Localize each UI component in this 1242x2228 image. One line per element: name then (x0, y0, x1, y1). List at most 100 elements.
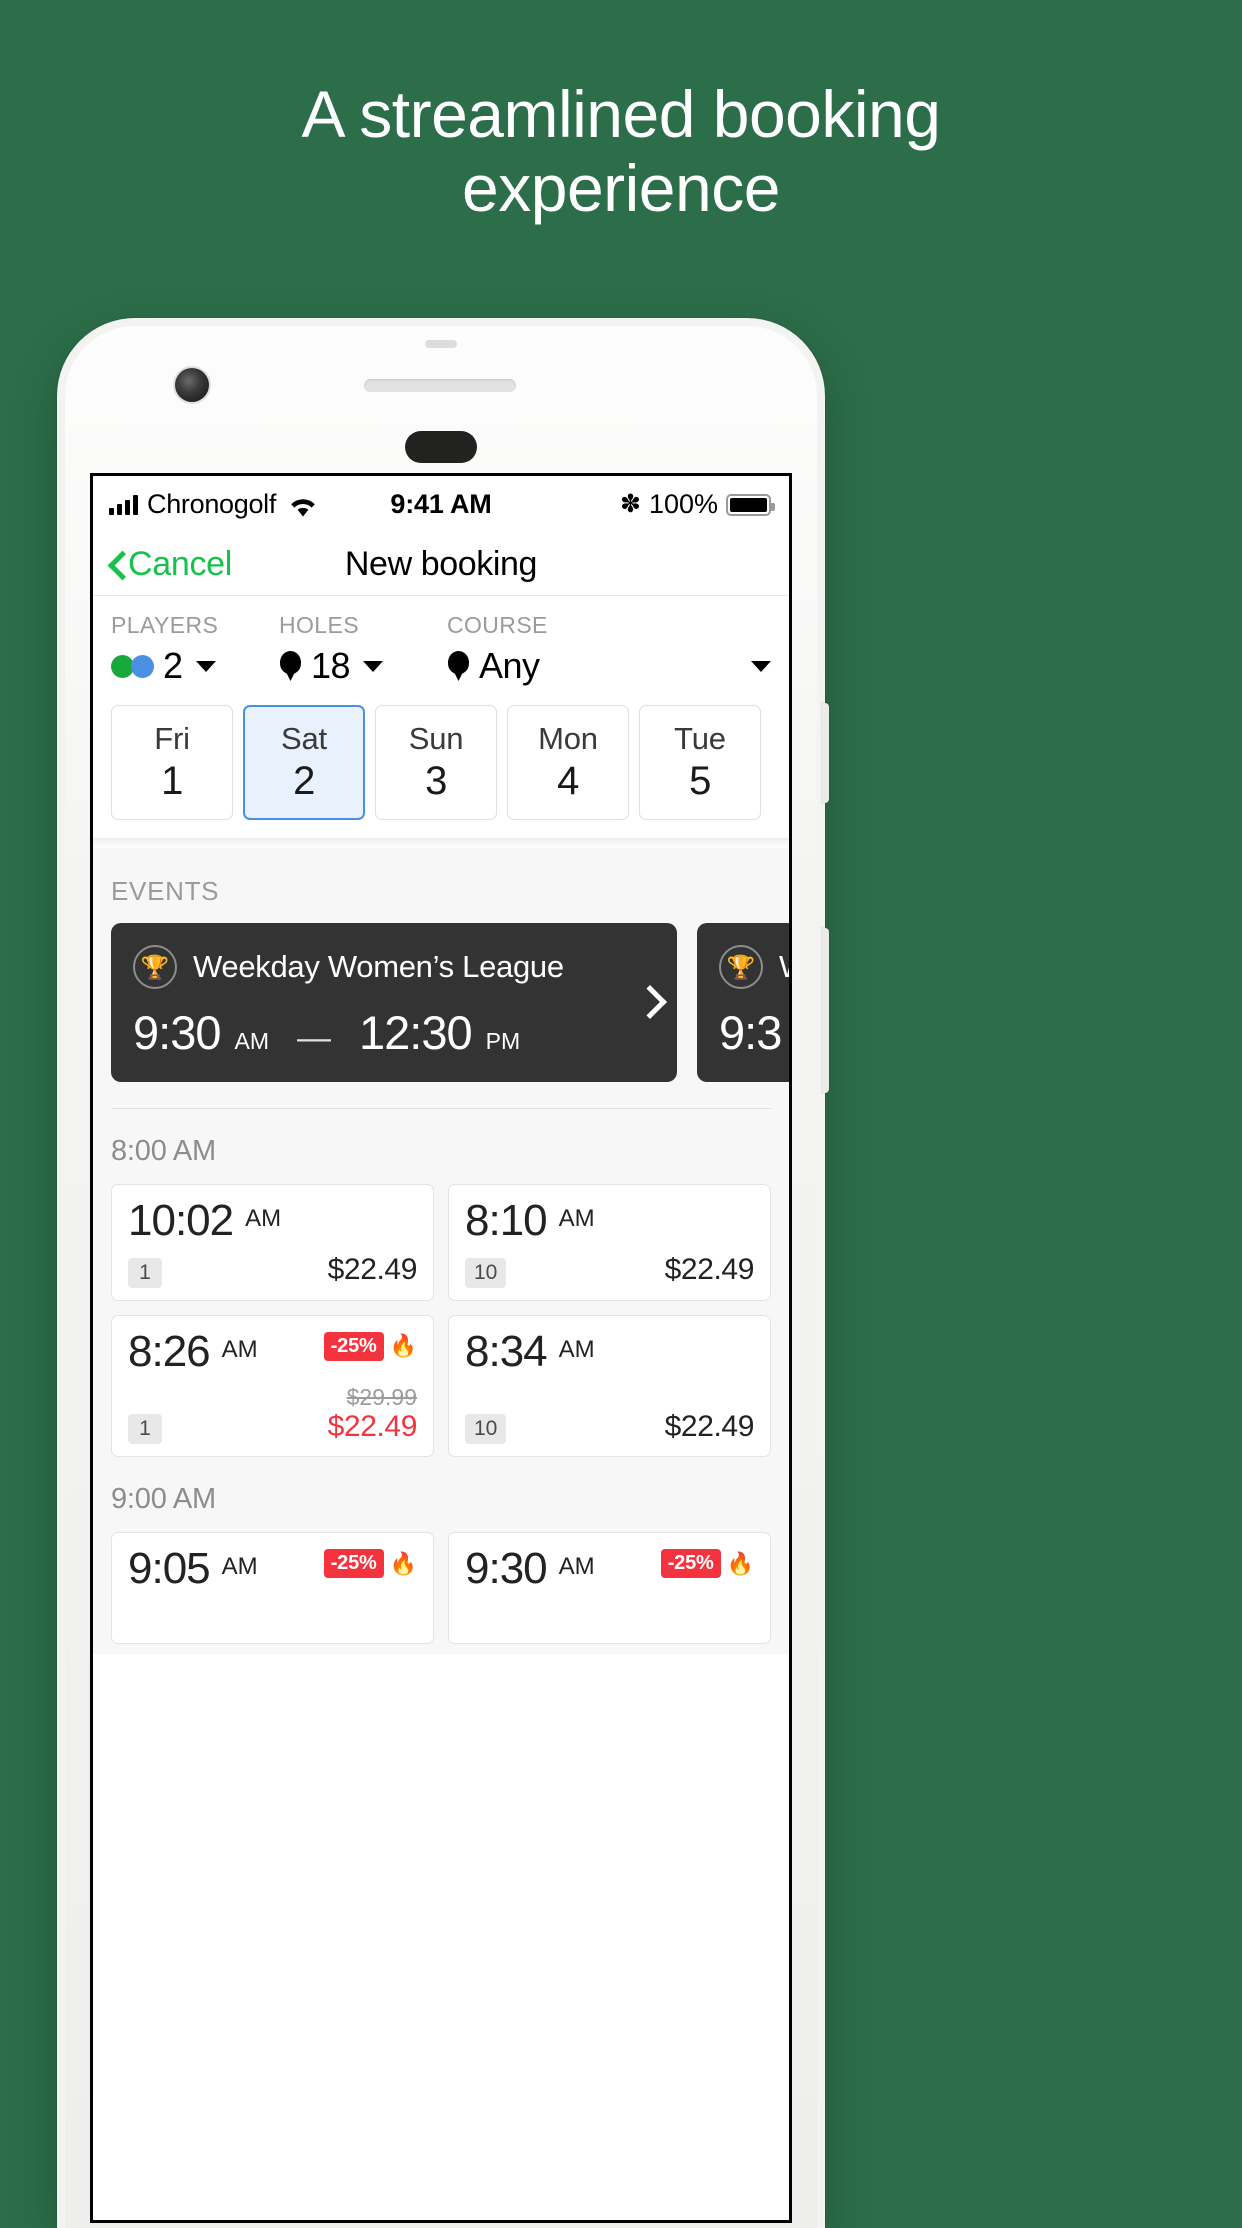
tee-meridiem: AM (558, 1205, 595, 1232)
trophy-icon: 🏆 (133, 945, 177, 989)
date-dow: Mon (538, 721, 598, 756)
front-camera-icon (175, 368, 209, 402)
discount-badge: -25% (323, 1331, 384, 1361)
players-badge: 1 (128, 1414, 162, 1445)
date-card-selected[interactable]: Sat 2 (243, 705, 365, 820)
tee-prices: $22.49 (664, 1409, 755, 1445)
tee-card-bottom: 1 $29.99 $22.49 (128, 1384, 417, 1445)
filter-holes-label: HOLES (279, 612, 359, 638)
date-dow: Tue (674, 721, 726, 756)
tee-time: 8:26 (128, 1326, 211, 1376)
tee-card-top: 8:10 AM (465, 1199, 754, 1243)
date-card[interactable]: Mon 4 (507, 705, 629, 820)
tee-time: 9:05 (128, 1544, 211, 1594)
tee-card-bottom: 1 $22.49 (128, 1253, 417, 1288)
tee-price: $22.49 (327, 1253, 418, 1286)
tee-time: 8:34 (465, 1326, 548, 1376)
status-bar-right: ✽ 100% (619, 489, 775, 520)
tee-card-bottom: 10 $22.49 (465, 1410, 754, 1445)
tee-time: 9:30 (465, 1544, 548, 1594)
tee-time-card[interactable]: 8:10 AM 10 $22.49 (448, 1184, 771, 1301)
phone-screen: Chronogolf 9:41 AM ✽ 100% Cancel New boo… (90, 473, 792, 2223)
event-start-meridiem: AM (234, 1028, 269, 1054)
battery-full-icon (726, 493, 775, 516)
event-card[interactable]: 🏆 Weekday Women’s League 9:30 AM — 12:30… (111, 923, 677, 1082)
filter-players[interactable]: PLAYERS 2 (111, 612, 279, 687)
date-card[interactable]: Sun 3 (375, 705, 497, 820)
golf-tee-icon (279, 651, 302, 681)
tee-time-group-label: 9:00 AM (111, 1483, 216, 1516)
chevron-right-icon[interactable] (638, 986, 655, 1016)
tee-time: 10:02 (128, 1196, 234, 1245)
date-dow: Sat (281, 721, 327, 756)
tee-card-top: 9:30 AM -25% 🔥 (465, 1547, 754, 1591)
filter-course[interactable]: COURSE Any (447, 612, 771, 687)
event-time-dash: — (296, 1019, 331, 1057)
tee-time-card[interactable]: 8:34 AM 10 $22.49 (448, 1314, 771, 1458)
tee-promo: -25% 🔥 (323, 1331, 417, 1361)
filters-section: PLAYERS 2 HOLES 18 COURSE Any Fri 1 Sat … (93, 595, 789, 838)
caret-down-icon[interactable] (751, 660, 771, 672)
battery-percent-label: 100% (648, 489, 718, 519)
tee-price: $22.49 (664, 1409, 755, 1443)
tee-card-top: 8:26 AM -25% 🔥 (128, 1326, 417, 1376)
bluetooth-icon: ✽ (619, 490, 641, 518)
tee-time-group-label: 8:00 AM (111, 1135, 216, 1167)
caret-down-icon[interactable] (195, 660, 216, 672)
events-carousel[interactable]: 🏆 Weekday Women’s League 9:30 AM — 12:30… (93, 923, 789, 1082)
tee-time-grid: 9:05 AM -25% 🔥 9:30 AM -25% 🔥 (93, 1532, 789, 1645)
filter-holes-value-row: 18 (279, 645, 447, 687)
discount-badge: -25% (660, 1549, 721, 1579)
date-selector[interactable]: Fri 1 Sat 2 Sun 3 Mon 4 Tue 5 (93, 691, 789, 838)
filters-row: PLAYERS 2 HOLES 18 COURSE Any (93, 596, 789, 691)
phone-mockup: Chronogolf 9:41 AM ✽ 100% Cancel New boo… (57, 318, 829, 2228)
flame-icon: 🔥 (389, 1333, 417, 1358)
flame-icon: 🔥 (726, 1550, 754, 1576)
tee-prices: $29.99 $22.49 (328, 1383, 418, 1445)
tee-time-card[interactable]: 9:05 AM -25% 🔥 (111, 1532, 434, 1645)
date-day: 4 (557, 759, 579, 803)
tee-meridiem: AM (221, 1553, 258, 1581)
tee-time-card[interactable]: 9:30 AM -25% 🔥 (448, 1532, 771, 1645)
power-button[interactable] (822, 928, 829, 1093)
screen-title: New booking (344, 544, 538, 583)
discount-badge: -25% (323, 1549, 384, 1579)
tee-time-card[interactable]: 10:02 AM 1 $22.49 (111, 1184, 434, 1301)
date-day: 1 (161, 759, 183, 803)
filter-holes[interactable]: HOLES 18 (279, 612, 447, 687)
event-title: Weekday Women’s League (193, 949, 564, 984)
date-card[interactable]: Tue 5 (639, 705, 761, 820)
event-header: 🏆 Weekday Women’s League (133, 945, 657, 989)
tee-price: $22.49 (664, 1253, 755, 1286)
players-badge: 10 (465, 1257, 507, 1288)
event-card[interactable]: 🏆 W 9:3 (697, 923, 789, 1082)
filter-players-value-row: 2 (111, 645, 279, 687)
tee-price-original: $29.99 (346, 1383, 417, 1410)
event-end-meridiem: PM (485, 1028, 521, 1054)
event-times: 9:3 (719, 1005, 789, 1060)
tee-meridiem: AM (221, 1335, 258, 1363)
date-card[interactable]: Fri 1 (111, 705, 233, 820)
tee-meridiem: AM (245, 1205, 282, 1232)
caret-down-icon[interactable] (363, 660, 384, 672)
players-badge: 1 (128, 1257, 162, 1288)
filter-course-value: Any (479, 645, 540, 686)
event-title: W (779, 949, 789, 985)
filter-course-value-row: Any (447, 645, 771, 687)
tee-time-card[interactable]: 8:26 AM -25% 🔥 1 $29.99 $22.49 (111, 1314, 434, 1458)
date-day: 3 (425, 759, 447, 803)
tee-meridiem: AM (558, 1335, 595, 1363)
player-dots-icon (111, 654, 154, 678)
date-dow: Fri (154, 721, 190, 756)
volume-button[interactable] (822, 703, 829, 803)
filter-players-label: PLAYERS (111, 612, 219, 638)
filter-holes-value: 18 (311, 645, 351, 686)
tee-prices: $22.49 (327, 1253, 418, 1288)
event-header: 🏆 W (719, 945, 789, 989)
tee-card-top: 8:34 AM (465, 1326, 754, 1376)
flame-icon: 🔥 (389, 1550, 417, 1576)
golf-tee-icon (447, 651, 470, 681)
events-section-label: EVENTS (111, 876, 220, 906)
filter-course-label: COURSE (447, 612, 548, 638)
date-dow: Sun (408, 721, 464, 756)
